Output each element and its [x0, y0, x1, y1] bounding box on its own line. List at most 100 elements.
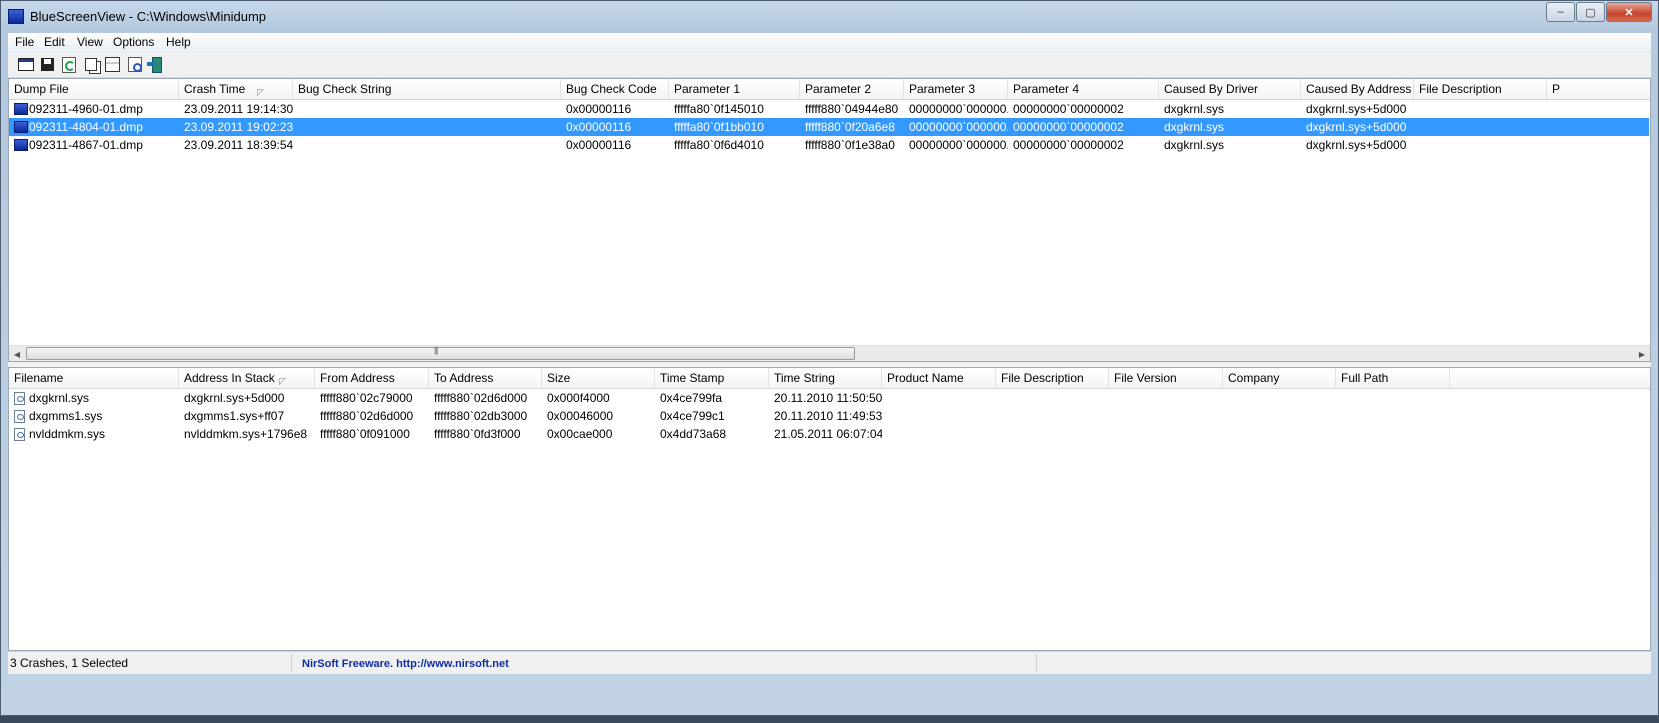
- cell-parameter-1: fffffa80`0f1bb010: [674, 120, 764, 134]
- menu-help[interactable]: Help: [164, 35, 193, 49]
- cell-bug-check-code: 0x00000116: [566, 138, 632, 152]
- col-product-name[interactable]: Product Name: [882, 368, 996, 388]
- cell-filename: dxgmms1.sys: [29, 409, 103, 423]
- cell-file-description: [1414, 136, 1547, 154]
- col-size[interactable]: Size: [542, 368, 655, 388]
- cell-caused-by-address: dxgkrnl.sys+5d000: [1306, 138, 1407, 152]
- cell-parameter-3: 00000000`000000...: [909, 138, 1008, 152]
- col-from-address[interactable]: From Address: [315, 368, 429, 388]
- toolbar: [8, 53, 1651, 78]
- menu-edit[interactable]: Edit: [42, 35, 67, 49]
- minimize-button[interactable]: ‒: [1546, 2, 1575, 22]
- col-parameter-2[interactable]: Parameter 2: [800, 79, 904, 99]
- copy-button[interactable]: [82, 56, 99, 73]
- cell-time-stamp: 0x4dd73a68: [660, 427, 727, 441]
- cell-address-in-stack: dxgmms1.sys+ff07: [184, 409, 285, 423]
- close-button[interactable]: ✕: [1606, 2, 1652, 22]
- cell-bug-check-code: 0x00000116: [566, 120, 632, 134]
- col-parameter-4[interactable]: Parameter 4: [1008, 79, 1159, 99]
- save-icon: [41, 58, 54, 71]
- crash-row[interactable]: 092311-4960-01.dmp 23.09.2011 19:14:30 0…: [9, 100, 1649, 118]
- driver-row[interactable]: dxgkrnl.sys dxgkrnl.sys+5d000 fffff880`0…: [9, 389, 1649, 407]
- status-link-cell: NirSoft Freeware. http://www.nirsoft.net: [292, 654, 1037, 672]
- menu-bar: File Edit View Options Help: [8, 33, 1651, 54]
- col-file-description[interactable]: File Description: [996, 368, 1109, 388]
- exit-icon: [146, 56, 162, 73]
- maximize-button[interactable]: ▢: [1576, 2, 1605, 22]
- cell-size: 0x00046000: [547, 409, 614, 423]
- cell-parameter-2: fffff880`0f1e38a0: [805, 138, 895, 152]
- cell-bug-check-code: 0x00000116: [566, 102, 632, 116]
- cell-file-description: [1414, 100, 1547, 118]
- col-processor[interactable]: P: [1547, 79, 1650, 99]
- cell-time-string: 21.05.2011 06:07:04: [774, 427, 882, 441]
- col-parameter-3[interactable]: Parameter 3: [904, 79, 1008, 99]
- cell-parameter-2: fffff880`04944e80: [805, 102, 899, 116]
- scroll-left-icon[interactable]: ◀: [9, 346, 25, 361]
- cell-to-address: fffff880`0fd3f000: [434, 427, 521, 441]
- col-crash-time[interactable]: Crash Time ◸: [179, 79, 293, 99]
- col-caused-by-driver[interactable]: Caused By Driver: [1159, 79, 1301, 99]
- col-company[interactable]: Company: [1223, 368, 1336, 388]
- crash-row[interactable]: 092311-4867-01.dmp 23.09.2011 18:39:54 0…: [9, 136, 1649, 154]
- col-address-in-stack[interactable]: Address In Stack ◸: [179, 368, 315, 388]
- crash-list[interactable]: Dump File Crash Time ◸ Bug Check String B…: [8, 78, 1651, 362]
- col-time-string[interactable]: Time String: [769, 368, 882, 388]
- cell-crash-time: 23.09.2011 19:02:23: [184, 120, 293, 134]
- menu-file[interactable]: File: [13, 35, 36, 49]
- exit-button[interactable]: [146, 56, 165, 73]
- scrollbar-thumb[interactable]: [26, 346, 855, 360]
- col-to-address[interactable]: To Address: [429, 368, 542, 388]
- horizontal-scrollbar[interactable]: ◀ ▶: [9, 345, 1650, 361]
- cell-bug-check-string: [293, 136, 561, 154]
- refresh-button[interactable]: [60, 56, 77, 73]
- crash-row-selected[interactable]: 092311-4804-01.dmp 23.09.2011 19:02:23 0…: [9, 118, 1649, 136]
- nirsoft-link[interactable]: NirSoft Freeware. http://www.nirsoft.net: [294, 658, 509, 670]
- status-summary: 3 Crashes, 1 Selected: [8, 654, 292, 672]
- cell-time-stamp: 0x4ce799fa: [660, 391, 723, 405]
- cell-bug-check-string: [293, 118, 561, 136]
- taskbar-strip: [0, 716, 1659, 723]
- html-report-button[interactable]: [104, 56, 121, 73]
- col-parameter-1[interactable]: Parameter 1: [669, 79, 800, 99]
- cell-parameter-4: 00000000`00000002: [1013, 120, 1124, 134]
- status-empty: [1037, 654, 1651, 672]
- col-file-version[interactable]: File Version: [1109, 368, 1223, 388]
- scroll-right-icon[interactable]: ▶: [1634, 346, 1650, 361]
- driver-row[interactable]: nvlddmkm.sys nvlddmkm.sys+1796e8 fffff88…: [9, 425, 1649, 443]
- col-bug-check-code[interactable]: Bug Check Code: [561, 79, 669, 99]
- sort-descending-icon: ◸: [257, 87, 264, 97]
- menu-view[interactable]: View: [75, 35, 105, 49]
- cell-size: 0x00cae000: [547, 427, 613, 441]
- save-button[interactable]: [39, 56, 56, 73]
- driver-list[interactable]: Filename Address In Stack ◸ From Address …: [8, 367, 1651, 651]
- col-caused-by-address[interactable]: Caused By Address: [1301, 79, 1414, 99]
- col-filename[interactable]: Filename: [9, 368, 179, 388]
- properties-button[interactable]: [17, 56, 34, 73]
- cell-dump-file: 092311-4960-01.dmp: [29, 102, 143, 116]
- driver-list-header: Filename Address In Stack ◸ From Address …: [9, 368, 1650, 389]
- window-title: BlueScreenView - C:\Windows\Minidump: [30, 9, 267, 24]
- cell-filename: nvlddmkm.sys: [29, 427, 106, 441]
- col-bug-check-string[interactable]: Bug Check String: [293, 79, 561, 99]
- col-address-in-stack-label: Address In Stack: [184, 371, 275, 385]
- cell-parameter-4: 00000000`00000002: [1013, 138, 1124, 152]
- cell-to-address: fffff880`02db3000: [434, 409, 528, 423]
- menu-options[interactable]: Options: [111, 35, 156, 49]
- cell-crash-time: 23.09.2011 18:39:54: [184, 138, 293, 152]
- cell-file-description: [1414, 118, 1547, 136]
- app-icon: [8, 9, 24, 24]
- cell-address-in-stack: dxgkrnl.sys+5d000: [184, 391, 285, 405]
- cell-dump-file: 092311-4867-01.dmp: [29, 138, 143, 152]
- col-time-stamp[interactable]: Time Stamp: [655, 368, 769, 388]
- cell-crash-time: 23.09.2011 19:14:30: [184, 102, 293, 116]
- col-dump-file[interactable]: Dump File: [9, 79, 179, 99]
- col-full-path[interactable]: Full Path: [1336, 368, 1450, 388]
- title-bar[interactable]: BlueScreenView - C:\Windows\Minidump ‒ ▢…: [1, 1, 1658, 33]
- find-icon: [127, 57, 142, 72]
- find-button[interactable]: [126, 56, 143, 73]
- col-file-description[interactable]: File Description: [1414, 79, 1547, 99]
- driver-row[interactable]: dxgmms1.sys dxgmms1.sys+ff07 fffff880`02…: [9, 407, 1649, 425]
- window-controls: ‒ ▢ ✕: [1545, 2, 1652, 22]
- cell-parameter-1: fffffa80`0f6d4010: [674, 138, 764, 152]
